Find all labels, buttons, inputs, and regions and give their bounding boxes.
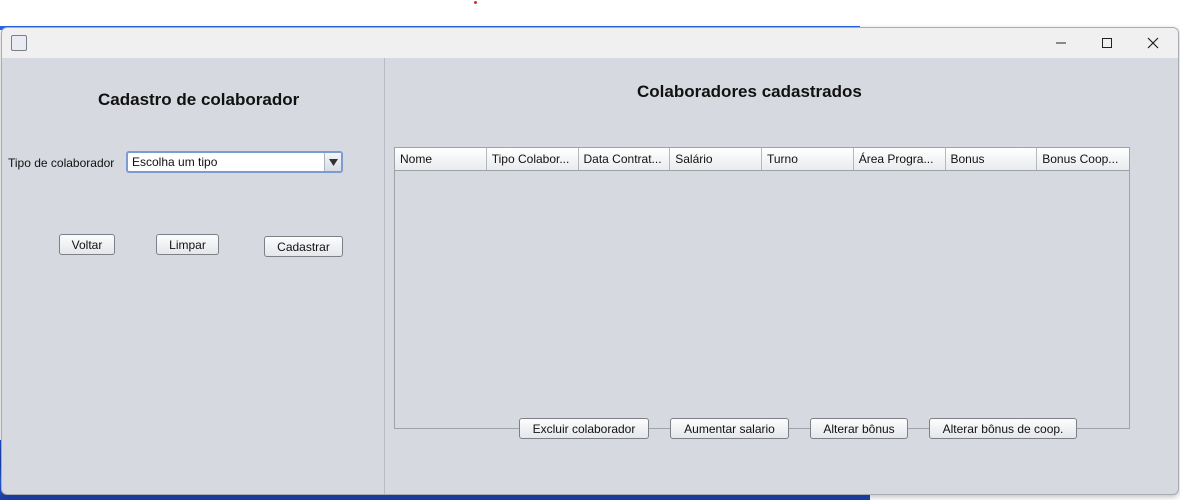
minimize-icon (1056, 42, 1066, 44)
aumentar-salario-button[interactable]: Aumentar salario (670, 418, 789, 439)
column-header[interactable]: Área Progra... (854, 148, 946, 170)
column-header[interactable]: Bonus (946, 148, 1038, 170)
cadastro-panel: Cadastro de colaborador Tipo de colabora… (2, 58, 385, 494)
colaboradores-panel: Colaboradores cadastrados Nome Tipo Colab… (385, 58, 1178, 494)
triangle-down-icon (328, 158, 338, 166)
alterar-bonus-button[interactable]: Alterar bônus (810, 418, 908, 439)
cadastrar-button[interactable]: Cadastrar (264, 236, 343, 257)
title-bar (2, 28, 1178, 58)
limpar-button[interactable]: Limpar (156, 234, 219, 255)
colaboradores-table[interactable]: Nome Tipo Colabor... Data Contrat... Salári… (394, 147, 1130, 429)
table-header: Nome Tipo Colabor... Data Contrat... Salári… (395, 148, 1129, 171)
minimize-button[interactable] (1038, 28, 1084, 58)
column-header[interactable]: Tipo Colabor... (487, 148, 579, 170)
maximize-icon (1102, 38, 1112, 48)
tipo-colaborador-value: Escolha um tipo (132, 155, 218, 169)
tipo-colaborador-select[interactable]: Escolha um tipo (126, 151, 343, 173)
column-header[interactable]: Data Contrat... (579, 148, 671, 170)
column-header[interactable]: Nome (395, 148, 487, 170)
voltar-button[interactable]: Voltar (59, 234, 115, 255)
close-icon (1147, 37, 1159, 49)
colaboradores-title: Colaboradores cadastrados (637, 82, 862, 101)
maximize-button[interactable] (1084, 28, 1130, 58)
column-header[interactable]: Bonus Coop... (1037, 148, 1129, 170)
java-app-icon (11, 35, 27, 51)
cursor-dot (474, 1, 477, 4)
column-header[interactable]: Salário (670, 148, 762, 170)
alterar-bonus-coop-button[interactable]: Alterar bônus de coop. (929, 418, 1077, 439)
app-window: Cadastro de colaborador Tipo de colabora… (1, 27, 1179, 495)
dropdown-arrow-icon[interactable] (324, 153, 341, 171)
excluir-colaborador-button[interactable]: Excluir colaborador (519, 418, 649, 439)
close-button[interactable] (1130, 28, 1176, 58)
cadastro-title: Cadastro de colaborador (98, 90, 300, 109)
tipo-colaborador-label: Tipo de colaborador (8, 156, 115, 170)
column-header[interactable]: Turno (762, 148, 854, 170)
